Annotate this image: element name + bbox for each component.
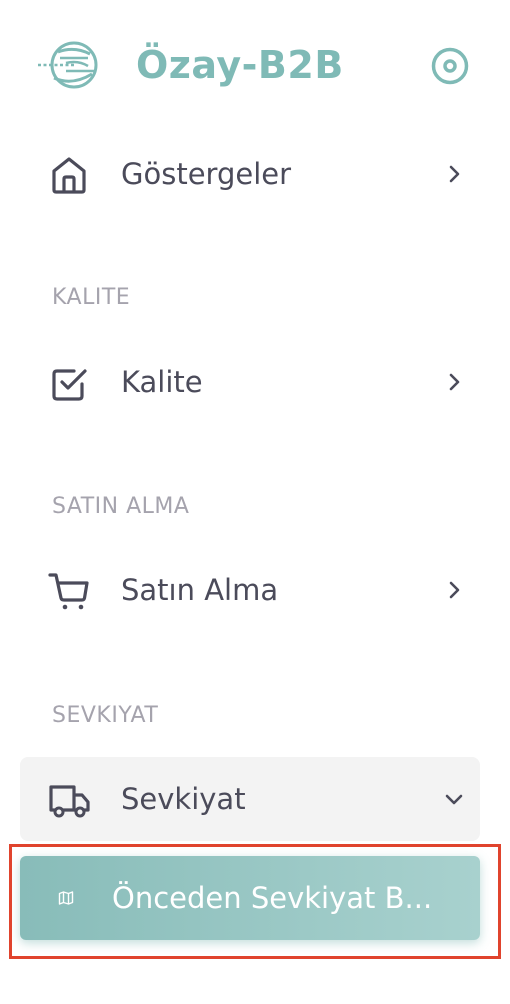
menu-item-satin-alma[interactable]: Satın Alma [20, 548, 480, 632]
sidebar: Özay-B2B Göstergeler KALITE Kalite SATIN… [0, 0, 510, 1004]
home-icon [48, 154, 90, 196]
brand-header: Özay-B2B [0, 28, 510, 104]
brand-title[interactable]: Özay-B2B [136, 42, 344, 88]
checkbox-icon [48, 362, 90, 404]
menu-item-kalite[interactable]: Kalite [20, 340, 480, 424]
menu-item-sevkiyat[interactable]: Sevkiyat [20, 757, 480, 841]
truck-icon [48, 779, 90, 821]
globe-logo-icon[interactable] [36, 38, 104, 92]
menu-item-label: Satın Alma [121, 573, 279, 607]
menu-item-label: Göstergeler [121, 157, 292, 191]
menu-item-gostergeler[interactable]: Göstergeler [20, 132, 480, 216]
section-header-satin-alma: SATIN ALMA [52, 494, 190, 519]
menu-item-label: Sevkiyat [121, 782, 246, 816]
circle-dot-icon[interactable] [428, 44, 472, 88]
map-icon [58, 890, 74, 906]
section-header-kalite: KALITE [52, 285, 131, 310]
submenu-item-onceden-sevkiyat[interactable]: Önceden Sevkiyat B... [20, 856, 480, 940]
menu-item-label: Kalite [121, 365, 203, 399]
chevron-right-icon [442, 578, 466, 602]
chevron-right-icon [442, 370, 466, 394]
cart-icon [48, 570, 90, 612]
chevron-down-icon [442, 787, 466, 811]
chevron-right-icon [442, 162, 466, 186]
submenu-item-label: Önceden Sevkiyat B... [112, 881, 433, 915]
section-header-sevkiyat: SEVKIYAT [52, 703, 159, 728]
